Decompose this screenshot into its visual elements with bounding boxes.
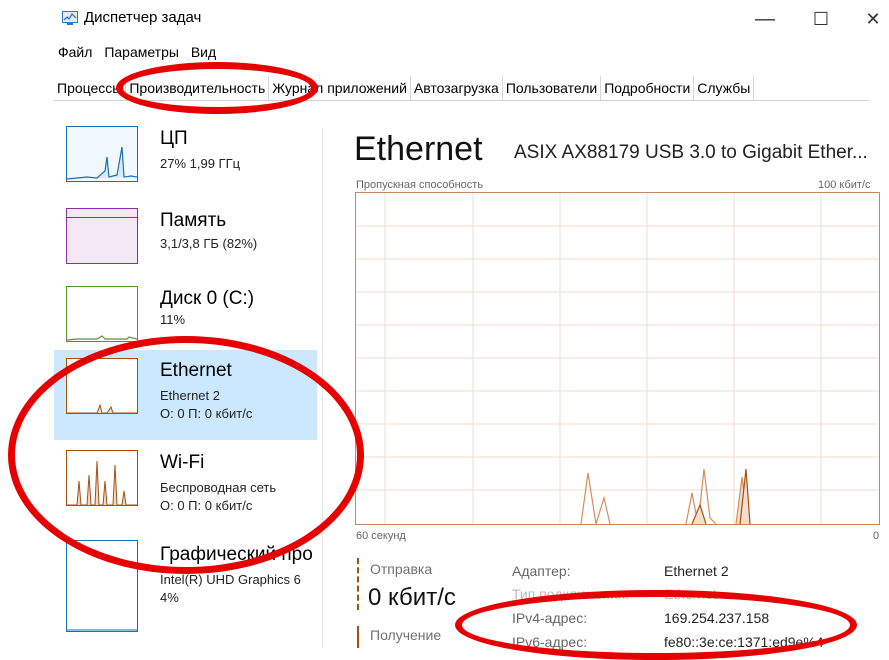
- graph-scale-min: 0: [873, 530, 880, 542]
- tab-details[interactable]: Подробности: [601, 76, 695, 100]
- sidebar-item-ethernet[interactable]: Ethernet Ethernet 2 О: 0 П: 0 кбит/с: [54, 350, 317, 440]
- tab-users[interactable]: Пользователи: [503, 76, 602, 100]
- graph-time-span: 60 секунд: [356, 530, 406, 542]
- sidebar-subtitle: Intel(R) UHD Graphics 6: [160, 572, 301, 587]
- sidebar-subtitle: Беспроводная сеть: [160, 480, 277, 495]
- info-value: Ethernet: [664, 586, 717, 602]
- minimize-button[interactable]: —: [750, 6, 780, 32]
- sidebar-usage: 4%: [160, 590, 179, 605]
- memory-mini-graph: [66, 208, 138, 264]
- throughput-graph: [355, 192, 880, 525]
- close-button[interactable]: ✕: [858, 6, 888, 32]
- tab-startup[interactable]: Автозагрузка: [411, 76, 503, 100]
- info-label: IPv4-адрес:: [512, 610, 588, 626]
- menu-bar: Файл Параметры Вид: [58, 44, 224, 60]
- cpu-mini-graph: [66, 126, 138, 182]
- menu-file[interactable]: Файл: [58, 44, 92, 60]
- receive-indicator: [357, 626, 359, 648]
- disk-mini-graph: [66, 286, 138, 342]
- graph-title: Пропускная способность: [356, 179, 484, 191]
- tab-performance[interactable]: Производительность: [126, 76, 270, 100]
- tab-processes[interactable]: Процессы: [54, 76, 127, 100]
- maximize-button[interactable]: ☐: [806, 6, 836, 32]
- sidebar-subtitle: Ethernet 2: [160, 388, 220, 403]
- sidebar-subtitle: 3,1/3,8 ГБ (82%): [160, 236, 258, 251]
- sidebar-title: Графический про: [160, 544, 313, 565]
- tab-strip: Процессы Производительность Журнал прило…: [54, 76, 869, 101]
- info-label: Тип подключения:: [512, 586, 630, 602]
- window-title: Диспетчер задач: [84, 9, 202, 26]
- sidebar-item-gpu[interactable]: Графический про Intel(R) UHD Graphics 6 …: [54, 532, 317, 632]
- sidebar-title: Wi-Fi: [160, 452, 205, 473]
- panel-divider: [322, 128, 323, 648]
- sidebar-title: ЦП: [160, 128, 188, 149]
- send-indicator: [357, 558, 359, 610]
- title-bar: Диспетчер задач — ☐ ✕: [0, 0, 889, 38]
- menu-options[interactable]: Параметры: [104, 44, 179, 60]
- sidebar-title: Память: [160, 210, 227, 231]
- info-value: Ethernet 2: [664, 563, 729, 579]
- ethernet-mini-graph: [66, 358, 138, 414]
- send-label: Отправка: [370, 561, 433, 577]
- send-value: 0 кбит/с: [368, 584, 456, 611]
- wifi-mini-graph: [66, 450, 138, 506]
- info-label: Адаптер:: [512, 563, 571, 579]
- sidebar-title: Ethernet: [160, 360, 232, 381]
- task-manager-icon: [62, 11, 78, 25]
- tab-app-history[interactable]: Журнал приложений: [269, 76, 411, 100]
- sidebar-item-cpu[interactable]: ЦП 27% 1,99 ГГц: [54, 118, 317, 208]
- sidebar-item-memory[interactable]: Память 3,1/3,8 ГБ (82%): [54, 200, 317, 290]
- sidebar-throughput: О: 0 П: 0 кбит/с: [160, 406, 253, 421]
- page-title: Ethernet: [354, 130, 483, 168]
- sidebar-title: Диск 0 (C:): [160, 288, 255, 309]
- graph-scale-max: 100 кбит/с: [818, 179, 871, 191]
- gpu-mini-graph: [66, 540, 138, 632]
- sidebar-item-wifi[interactable]: Wi-Fi Беспроводная сеть О: 0 П: 0 кбит/с: [54, 442, 317, 532]
- tab-services[interactable]: Службы: [694, 76, 755, 100]
- menu-view[interactable]: Вид: [191, 44, 216, 60]
- adapter-name: ASIX AX88179 USB 3.0 to Gigabit Ether...: [514, 142, 868, 163]
- sidebar-subtitle: 27% 1,99 ГГц: [160, 156, 241, 171]
- sidebar-throughput: О: 0 П: 0 кбит/с: [160, 498, 253, 513]
- receive-label: Получение: [370, 627, 442, 643]
- sidebar-subtitle: 11%: [160, 312, 186, 327]
- ipv4-address: 169.254.237.158: [664, 610, 770, 626]
